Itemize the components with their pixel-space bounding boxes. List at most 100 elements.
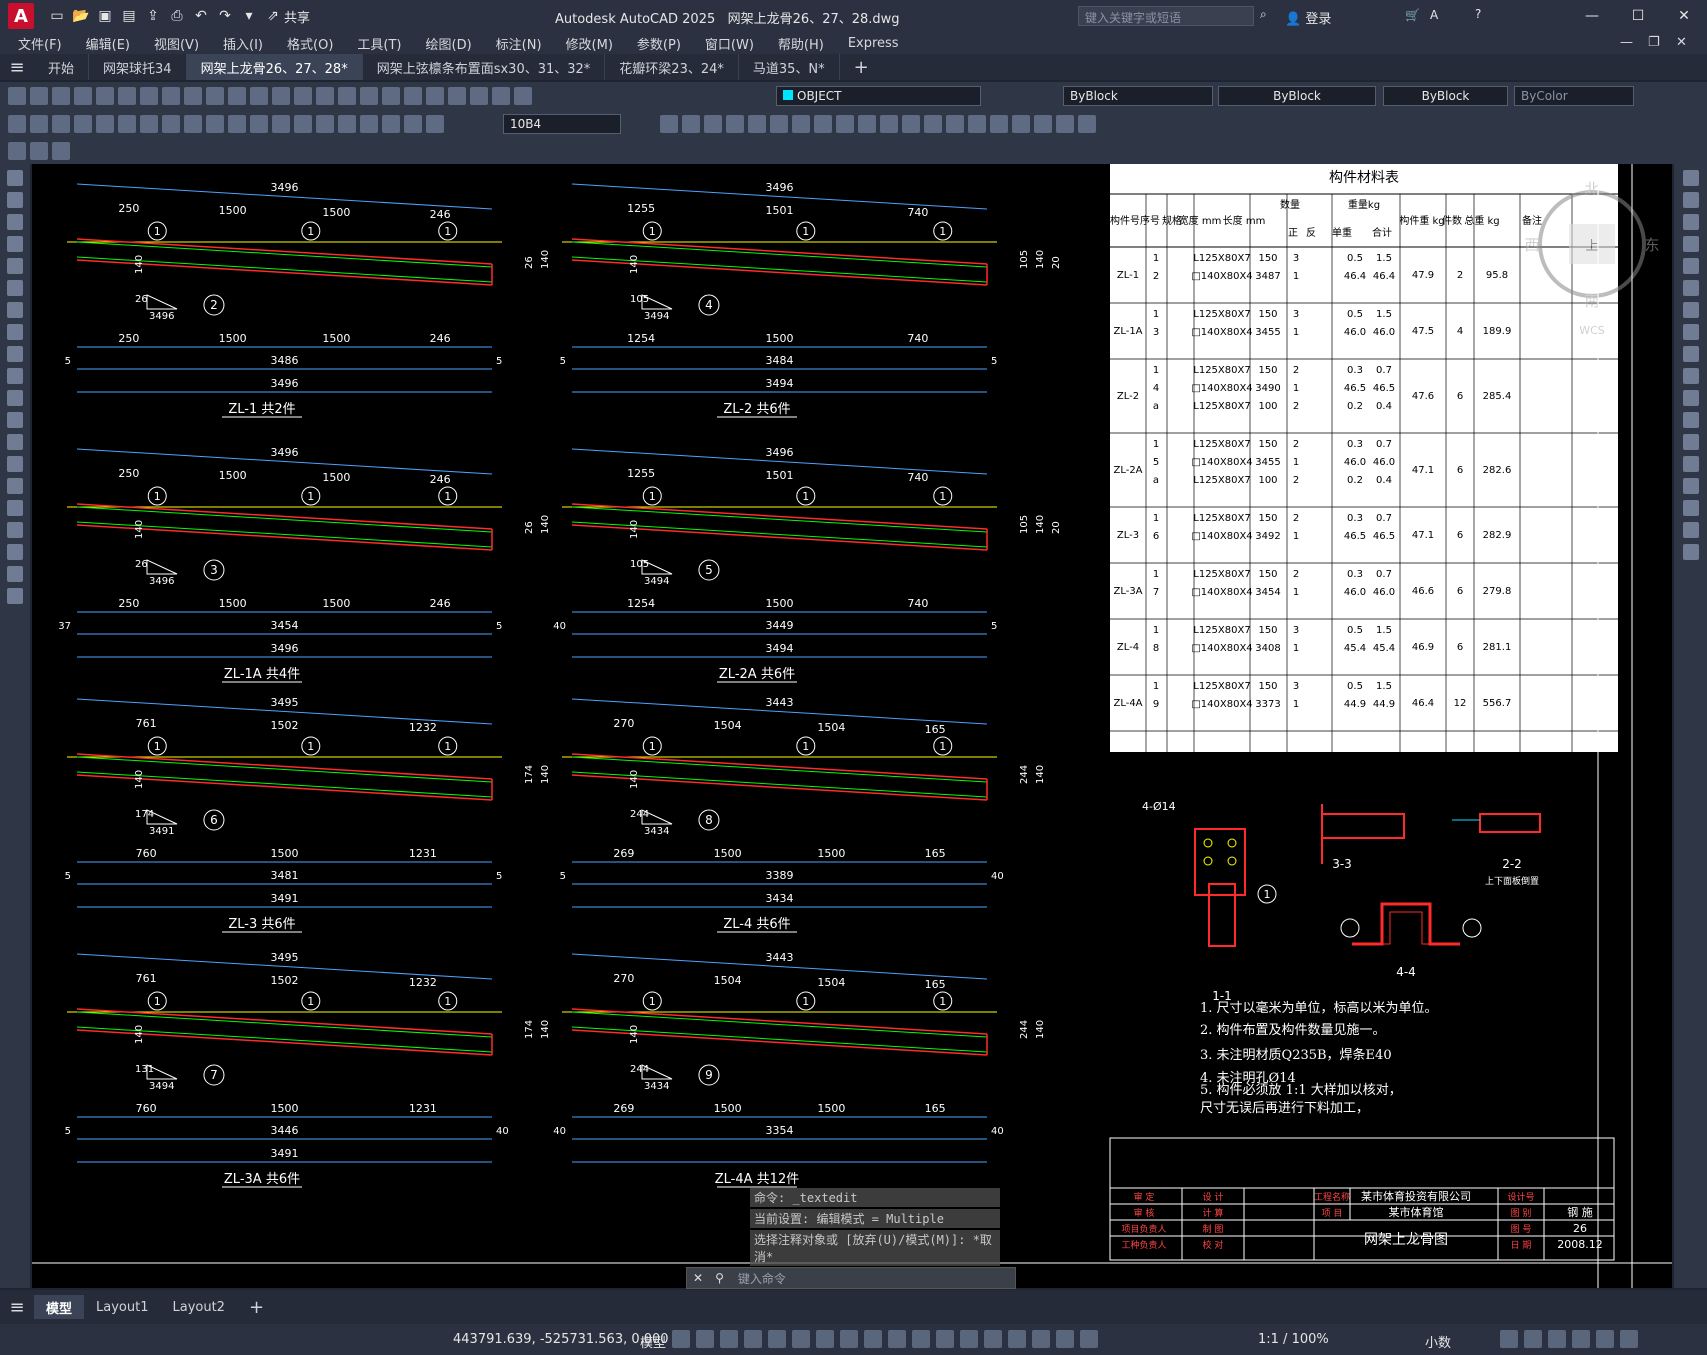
gizmo-icon[interactable]	[1008, 1330, 1026, 1348]
search-input[interactable]: 键入关键字或短语	[1078, 6, 1254, 26]
dim-break-icon[interactable]	[272, 115, 290, 133]
customize-qa-icon[interactable]: ▾	[240, 7, 258, 25]
osnap-tracking-icon[interactable]	[840, 1330, 858, 1348]
blend-icon[interactable]	[1682, 522, 1699, 538]
lineweight-icon[interactable]	[888, 1330, 906, 1348]
help-icon[interactable]: ?	[1475, 7, 1481, 21]
ucs-icon[interactable]	[984, 1330, 1002, 1348]
dim-text-edit-icon[interactable]	[404, 115, 422, 133]
hatch-icon[interactable]	[7, 478, 23, 494]
view-icon[interactable]	[836, 115, 854, 133]
new-icon[interactable]	[8, 87, 26, 105]
inspect-icon[interactable]	[338, 115, 356, 133]
point-icon[interactable]	[7, 456, 23, 472]
layout-tab[interactable]: Layout2	[160, 1295, 236, 1319]
menu-window[interactable]: 窗口(W)	[705, 34, 754, 53]
menu-insert[interactable]: 插入(I)	[223, 34, 263, 53]
tolerance-icon[interactable]	[294, 115, 312, 133]
view-icon[interactable]	[704, 115, 722, 133]
jogged-linear-icon[interactable]	[360, 115, 378, 133]
wcs-label[interactable]: WCS	[1579, 324, 1605, 337]
tool-icon[interactable]	[30, 142, 48, 160]
view-icon[interactable]	[748, 115, 766, 133]
plotstyle-dropdown[interactable]: ByColor	[1514, 86, 1634, 106]
save-icon[interactable]: ▣	[96, 7, 114, 25]
help-icon[interactable]	[470, 87, 488, 105]
command-customize-icon[interactable]: ⚲	[709, 1271, 730, 1285]
copy-icon[interactable]	[1682, 192, 1699, 208]
array-icon[interactable]	[1682, 258, 1699, 274]
save-icon[interactable]	[52, 87, 70, 105]
erase-icon[interactable]	[1682, 170, 1699, 186]
center-mark-icon[interactable]	[316, 115, 334, 133]
infer-icon[interactable]	[720, 1330, 738, 1348]
explode-icon[interactable]	[1682, 544, 1699, 560]
dynamic-input-icon[interactable]	[744, 1330, 762, 1348]
menu-parametric[interactable]: 参数(P)	[637, 34, 681, 53]
osnap-icon[interactable]	[864, 1330, 882, 1348]
pan-icon[interactable]	[272, 87, 290, 105]
copy-icon[interactable]	[162, 87, 180, 105]
ellipse-arc-icon[interactable]	[7, 390, 23, 406]
dim-angular-icon[interactable]	[162, 115, 180, 133]
menu-view[interactable]: 视图(V)	[154, 34, 199, 53]
preview-icon[interactable]	[96, 87, 114, 105]
lineweight-dropdown[interactable]: ByBlock	[1383, 86, 1508, 106]
properties-icon[interactable]	[360, 87, 378, 105]
trim-icon[interactable]	[1682, 368, 1699, 384]
circle-icon[interactable]	[7, 302, 23, 318]
dim-update-icon[interactable]	[426, 115, 444, 133]
view-icon[interactable]	[660, 115, 678, 133]
view-icon[interactable]	[726, 115, 744, 133]
dim-baseline-icon[interactable]	[206, 115, 224, 133]
menu-hamburger-icon[interactable]: ≡	[0, 54, 34, 80]
offset-icon[interactable]	[1682, 236, 1699, 252]
ellipse-icon[interactable]	[7, 368, 23, 384]
view-icon[interactable]	[1012, 115, 1030, 133]
graphics-icon[interactable]	[1572, 1330, 1590, 1348]
redo-icon[interactable]	[250, 87, 268, 105]
dim-continue-icon[interactable]	[228, 115, 246, 133]
selection-cycling-icon[interactable]	[936, 1330, 954, 1348]
add-layout-icon[interactable]: +	[237, 1295, 276, 1319]
isolate-icon[interactable]	[1548, 1330, 1566, 1348]
break-icon[interactable]	[1682, 434, 1699, 450]
tab-file-active[interactable]: 网架上龙骨26、27、28*	[186, 54, 363, 80]
snap-icon[interactable]	[696, 1330, 714, 1348]
table-icon[interactable]	[7, 544, 23, 560]
doc-close-icon[interactable]: ✕	[1676, 35, 1687, 50]
paste-icon[interactable]	[184, 87, 202, 105]
quick-properties-icon[interactable]	[1500, 1330, 1518, 1348]
view-icon[interactable]	[858, 115, 876, 133]
menu-draw[interactable]: 绘图(D)	[426, 34, 472, 53]
menu-express[interactable]: Express	[848, 36, 899, 51]
rectangle-icon[interactable]	[7, 258, 23, 274]
tab-file[interactable]: 花瓣环梁23、24*	[605, 54, 739, 80]
layer-props-icon[interactable]	[492, 87, 510, 105]
dim-aligned-icon[interactable]	[30, 115, 48, 133]
units-dropdown[interactable]: 小数	[1425, 1332, 1451, 1351]
zoom-realtime-icon[interactable]	[294, 87, 312, 105]
customization-icon[interactable]	[1620, 1330, 1638, 1348]
sheet-set-icon[interactable]	[426, 87, 444, 105]
polyline-icon[interactable]	[7, 214, 23, 230]
minimize-icon[interactable]: —	[1569, 0, 1615, 32]
gradient-icon[interactable]	[7, 500, 23, 516]
make-block-icon[interactable]	[7, 434, 23, 450]
spline-icon[interactable]	[7, 346, 23, 362]
arc-icon[interactable]	[7, 280, 23, 296]
extend-icon[interactable]	[1682, 390, 1699, 406]
3d-osnap-icon[interactable]	[960, 1330, 978, 1348]
cut-icon[interactable]	[140, 87, 158, 105]
web-save-icon[interactable]: ⇪	[144, 7, 162, 25]
polygon-icon[interactable]	[7, 236, 23, 252]
color-dropdown[interactable]: ByBlock	[1063, 86, 1213, 106]
dim-jogged-icon[interactable]	[118, 115, 136, 133]
view-icon[interactable]	[880, 115, 898, 133]
menu-dimension[interactable]: 标注(N)	[496, 34, 542, 53]
layout-menu-icon[interactable]: ≡	[0, 1294, 34, 1320]
annotation-scale-icon[interactable]	[1080, 1330, 1098, 1348]
dim-arc-icon[interactable]	[52, 115, 70, 133]
revcloud-icon[interactable]	[7, 324, 23, 340]
view-icon[interactable]	[968, 115, 986, 133]
